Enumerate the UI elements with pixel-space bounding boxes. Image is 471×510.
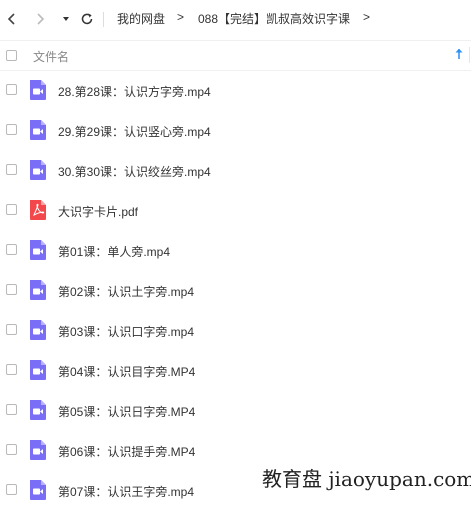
file-name[interactable]: 第03课：认识口字旁.mp4 bbox=[58, 323, 194, 340]
video-file-icon bbox=[30, 120, 46, 140]
file-checkbox[interactable] bbox=[6, 84, 17, 95]
history-dropdown-button[interactable] bbox=[56, 9, 76, 29]
file-row[interactable]: 第04课：认识目字旁.MP4 bbox=[0, 350, 471, 390]
file-checkbox[interactable] bbox=[6, 324, 17, 335]
file-checkbox[interactable] bbox=[6, 164, 17, 175]
watermark: 教育盘 jiaoyupan.com bbox=[262, 467, 471, 491]
file-name[interactable]: 第02课：认识土字旁.mp4 bbox=[58, 283, 194, 300]
pdf-file-icon bbox=[30, 200, 46, 220]
nav-divider bbox=[103, 12, 104, 27]
sort-ascending-icon[interactable] bbox=[454, 47, 464, 61]
video-file-icon bbox=[30, 80, 46, 100]
file-name[interactable]: 第01课：单人旁.mp4 bbox=[58, 243, 170, 260]
back-button[interactable] bbox=[2, 9, 22, 29]
file-checkbox[interactable] bbox=[6, 364, 17, 375]
breadcrumb-separator: > bbox=[177, 10, 185, 24]
file-row[interactable]: 28.第28课：认识方字旁.mp4 bbox=[0, 70, 471, 110]
file-row[interactable]: 大识字卡片.pdf bbox=[0, 190, 471, 230]
file-row[interactable]: 第03课：认识口字旁.mp4 bbox=[0, 310, 471, 350]
column-title-filename[interactable]: 文件名 bbox=[33, 48, 69, 65]
file-name[interactable]: 第05课：认识日字旁.MP4 bbox=[58, 403, 195, 420]
file-name[interactable]: 第06课：认识提手旁.MP4 bbox=[58, 443, 195, 460]
file-checkbox[interactable] bbox=[6, 124, 17, 135]
file-name[interactable]: 大识字卡片.pdf bbox=[58, 203, 138, 220]
breadcrumb-current-folder[interactable]: 088【完结】凯叔高效识字课 bbox=[198, 10, 350, 27]
file-row[interactable]: 30.第30课：认识绞丝旁.mp4 bbox=[0, 150, 471, 190]
file-checkbox[interactable] bbox=[6, 284, 17, 295]
chevron-right-icon bbox=[37, 13, 45, 25]
select-all-checkbox[interactable] bbox=[6, 50, 17, 61]
video-file-icon bbox=[30, 240, 46, 260]
file-checkbox[interactable] bbox=[6, 484, 17, 495]
breadcrumb-separator: > bbox=[363, 10, 371, 24]
file-list-header: 文件名 bbox=[0, 40, 471, 71]
video-file-icon bbox=[30, 280, 46, 300]
file-checkbox[interactable] bbox=[6, 444, 17, 455]
file-row[interactable]: 29.第29课：认识竖心旁.mp4 bbox=[0, 110, 471, 150]
breadcrumb-root[interactable]: 我的网盘 bbox=[117, 10, 165, 27]
video-file-icon bbox=[30, 480, 46, 500]
file-name[interactable]: 28.第28课：认识方字旁.mp4 bbox=[58, 83, 211, 100]
video-file-icon bbox=[30, 400, 46, 420]
caret-down-icon bbox=[63, 17, 69, 21]
file-row[interactable]: 第05课：认识日字旁.MP4 bbox=[0, 390, 471, 430]
file-row[interactable]: 第01课：单人旁.mp4 bbox=[0, 230, 471, 270]
video-file-icon bbox=[30, 440, 46, 460]
forward-button[interactable] bbox=[30, 9, 50, 29]
column-divider bbox=[469, 47, 470, 63]
file-checkbox[interactable] bbox=[6, 404, 17, 415]
file-name[interactable]: 第04课：认识目字旁.MP4 bbox=[58, 363, 195, 380]
file-row[interactable]: 第02课：认识土字旁.mp4 bbox=[0, 270, 471, 310]
video-file-icon bbox=[30, 320, 46, 340]
file-checkbox[interactable] bbox=[6, 204, 17, 215]
video-file-icon bbox=[30, 160, 46, 180]
navigation-bar: 我的网盘 > 088【完结】凯叔高效识字课 > bbox=[0, 0, 471, 38]
video-file-icon bbox=[30, 360, 46, 380]
chevron-left-icon bbox=[7, 13, 15, 25]
refresh-icon bbox=[81, 13, 93, 25]
file-checkbox[interactable] bbox=[6, 244, 17, 255]
refresh-button[interactable] bbox=[77, 9, 97, 29]
file-name[interactable]: 29.第29课：认识竖心旁.mp4 bbox=[58, 123, 211, 140]
file-name[interactable]: 第07课：认识王字旁.mp4 bbox=[58, 483, 194, 500]
file-name[interactable]: 30.第30课：认识绞丝旁.mp4 bbox=[58, 163, 211, 180]
